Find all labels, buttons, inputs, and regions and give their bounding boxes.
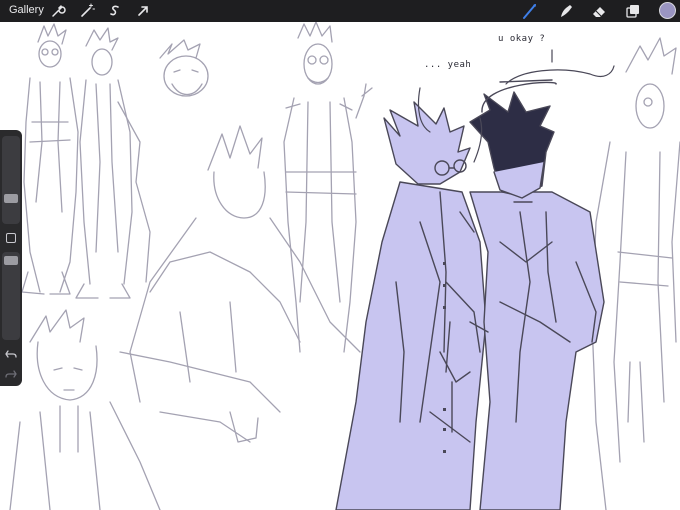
side-panel [0, 130, 22, 386]
gallery-button[interactable]: Gallery [9, 4, 44, 16]
sketch-artwork [9, 22, 680, 510]
speech-text-yeah: ... yeah [424, 60, 472, 70]
brush-icon[interactable] [521, 2, 539, 20]
undo-icon[interactable] [3, 346, 19, 362]
opacity-thumb[interactable] [4, 256, 18, 265]
modify-button[interactable] [6, 233, 16, 243]
eraser-icon[interactable] [590, 2, 608, 20]
magic-wand-icon[interactable] [78, 2, 96, 20]
drawing-canvas[interactable]: ... yeah u okay ? [0, 22, 680, 510]
redo-icon[interactable] [3, 366, 19, 382]
wrench-icon[interactable] [49, 2, 67, 20]
layers-icon[interactable] [624, 2, 642, 20]
brush-size-slider[interactable] [2, 136, 20, 224]
speech-text-okay: u okay ? [498, 34, 546, 44]
opacity-slider[interactable] [2, 252, 20, 340]
selection-icon[interactable] [106, 2, 124, 20]
top-toolbar: Gallery [0, 0, 680, 22]
brush-size-thumb[interactable] [4, 194, 18, 203]
color-picker-swatch[interactable] [659, 2, 676, 19]
smudge-icon[interactable] [557, 2, 575, 20]
transform-arrow-icon[interactable] [134, 2, 152, 20]
